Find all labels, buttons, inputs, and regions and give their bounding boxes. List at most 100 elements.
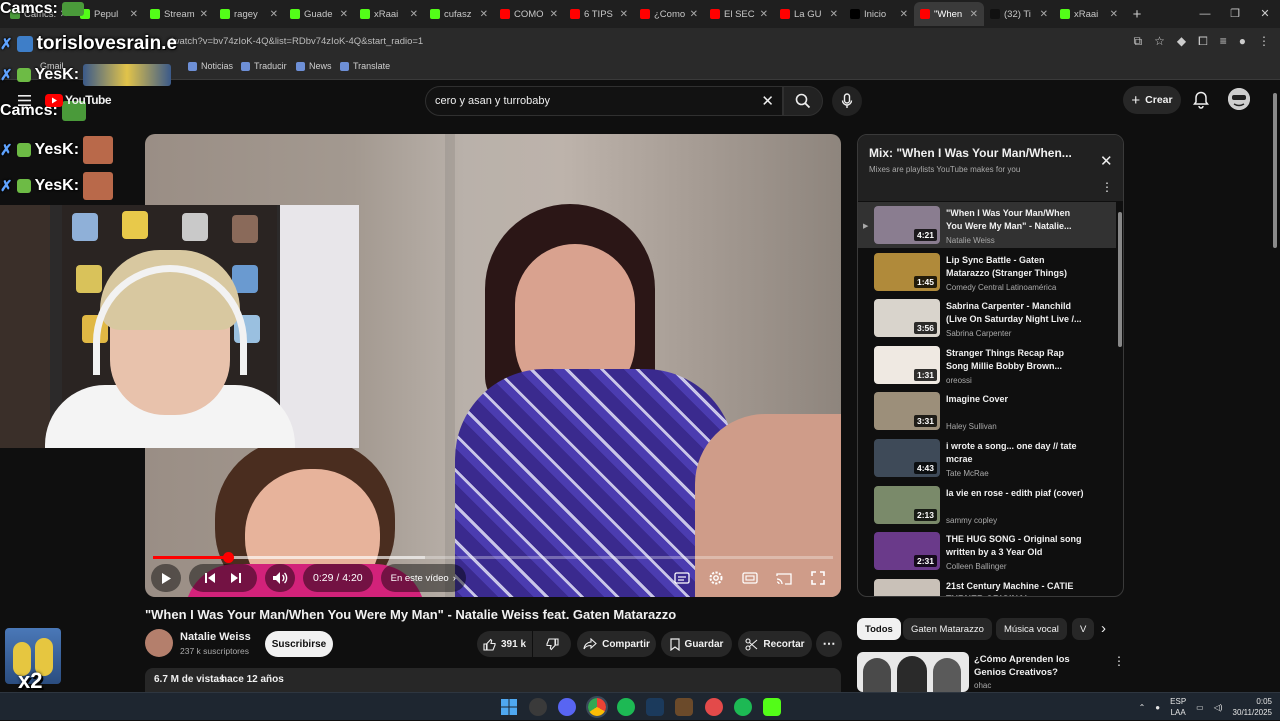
url-text[interactable]: /watch?v=bv74zIoK-4Q&list=RDbv74zIoK-4Q&… <box>170 36 423 47</box>
subscribe-button[interactable]: Suscribirse <box>265 631 333 657</box>
system-clock[interactable]: 0:05 30/11/2025 <box>1233 696 1272 718</box>
microphone-tray-icon[interactable]: ● <box>1155 703 1160 712</box>
extensions-puzzle-icon[interactable]: ⧠ <box>1198 34 1208 49</box>
playlist-item-title[interactable]: Sabrina Carpenter - Manchild (Live On Sa… <box>946 300 1086 326</box>
browser-tab[interactable]: Inicio ✕ <box>844 2 914 26</box>
playlist-scrollbar-thumb[interactable] <box>1118 212 1122 347</box>
close-tab-icon[interactable]: ✕ <box>550 9 558 20</box>
playlist-item[interactable]: 21st Century Machine - CATIE TURNER ORIG… <box>858 575 1116 596</box>
browser-tab[interactable]: COMO ✕ <box>494 2 564 26</box>
chip-more[interactable]: V <box>1072 618 1095 640</box>
browser-tab[interactable]: (32) Ti ✕ <box>984 2 1054 26</box>
description-box[interactable]: 6.7 M de vistas hace 12 años <box>145 668 841 694</box>
account-avatar[interactable] <box>1228 88 1250 110</box>
fullscreen-button[interactable] <box>803 564 833 592</box>
playlist-item[interactable]: 2:13 la vie en rose - edith piaf (cover) s… <box>858 482 1116 528</box>
playlist-item[interactable]: 3:56 Sabrina Carpenter - Manchild (Live O… <box>858 295 1116 341</box>
network-icon[interactable]: ▭ <box>1196 703 1204 712</box>
opera-icon[interactable] <box>705 698 723 716</box>
media-queue-icon[interactable]: ≡ <box>1220 34 1227 49</box>
browser-tab[interactable]: 6 TIPS ✕ <box>564 2 634 26</box>
spotify-icon[interactable] <box>734 698 752 716</box>
language-indicator[interactable]: ESP LAA <box>1170 696 1186 718</box>
playlist-item[interactable]: 2:31 THE HUG SONG - Original song written… <box>858 528 1116 574</box>
chapters-button[interactable]: En este vídeo › <box>380 564 466 592</box>
close-tab-icon[interactable]: ✕ <box>200 9 208 20</box>
chevron-up-icon[interactable]: ⌃ <box>1139 703 1146 712</box>
bookmark-news[interactable]: News <box>296 61 332 71</box>
recommendation-title[interactable]: ¿Cómo Aprenden los Genios Creativos? <box>974 653 1104 679</box>
address-bar[interactable]: /watch?v=bv74zIoK-4Q&list=RDbv74zIoK-4Q&… <box>0 28 1280 56</box>
recommendation-channel[interactable]: ohac <box>974 681 991 690</box>
more-vertical-icon[interactable]: ⋮ <box>1101 180 1113 194</box>
playlist-item-thumbnail[interactable]: 2:31 <box>874 532 940 571</box>
more-actions-button[interactable]: ⋯ <box>816 631 842 657</box>
subtitles-button[interactable] <box>667 564 697 592</box>
spotify-icon[interactable] <box>617 698 635 716</box>
hamburger-menu-icon[interactable] <box>18 94 31 106</box>
search-query[interactable]: cero y asan y turrobaby <box>435 95 550 107</box>
chrome-icon[interactable] <box>586 696 608 718</box>
taskbar-app-icon[interactable] <box>675 698 693 716</box>
install-app-icon[interactable]: ⧉ <box>1134 34 1143 49</box>
youtube-logo[interactable]: YouTube <box>45 93 112 107</box>
playlist-item-thumbnail[interactable]: 4:21 <box>874 206 940 244</box>
bookmark-traducir[interactable]: Traducir <box>241 61 287 71</box>
playlist-item-title[interactable]: i wrote a song... one day // tate mcrae <box>946 440 1086 466</box>
maximize-icon[interactable]: ❐ <box>1220 0 1250 28</box>
close-tab-icon[interactable]: ✕ <box>690 9 698 20</box>
volume-button[interactable] <box>265 564 295 592</box>
playlist-item[interactable]: 4:43 i wrote a song... one day // tate mc… <box>858 435 1116 481</box>
playlist-item-thumbnail[interactable]: 1:45 <box>874 252 940 291</box>
playlist-item[interactable]: 1:45 Lip Sync Battle - Gaten Matarazzo (S… <box>858 249 1116 295</box>
steam-icon[interactable] <box>646 698 664 716</box>
more-vertical-icon[interactable]: ⋮ <box>1113 654 1125 668</box>
search-input[interactable]: cero y asan y turrobaby ✕ <box>425 86 783 116</box>
browser-tab[interactable]: "When ✕ <box>914 2 984 26</box>
minimize-icon[interactable]: — <box>1190 0 1220 28</box>
close-tab-icon[interactable]: ✕ <box>410 9 418 20</box>
playlist-item-thumbnail[interactable]: 1:31 <box>874 345 940 384</box>
playlist-item-title[interactable]: "When I Was Your Man/When You Were My Ma… <box>946 207 1086 233</box>
close-tab-icon[interactable]: ✕ <box>480 9 488 20</box>
bookmark-translate[interactable]: Translate <box>340 61 390 71</box>
close-tab-icon[interactable]: ✕ <box>620 9 628 20</box>
save-button[interactable]: Guardar <box>661 631 732 657</box>
playlist-item-thumbnail[interactable]: 4:43 <box>874 439 940 477</box>
browser-tab[interactable]: cufasz ✕ <box>424 2 494 26</box>
browser-menu-icon[interactable]: ⋮ <box>1258 34 1270 49</box>
playlist-item-thumbnail[interactable]: 3:31 <box>874 392 940 431</box>
like-button[interactable]: 391 k <box>477 631 532 657</box>
windows-start-icon[interactable] <box>500 698 518 716</box>
chip-musica-vocal[interactable]: Música vocal <box>996 618 1067 640</box>
browser-tab[interactable]: Guade ✕ <box>284 2 354 26</box>
chip-todos[interactable]: Todos <box>857 618 901 640</box>
clip-button[interactable]: Recortar <box>738 631 812 657</box>
video-progress-bar[interactable] <box>153 552 833 563</box>
playlist-item-title[interactable]: 21st Century Machine - CATIE TURNER ORIG… <box>946 580 1086 596</box>
profile-icon[interactable]: ● <box>1239 34 1246 49</box>
close-window-icon[interactable]: ✕ <box>1250 0 1280 28</box>
share-button[interactable]: Compartir <box>577 631 656 657</box>
playlist-item[interactable]: ▶ 4:21 "When I Was Your Man/When You Were … <box>858 202 1116 248</box>
bookmark-noticias[interactable]: Noticias <box>188 61 233 71</box>
browser-tab[interactable]: La GU ✕ <box>774 2 844 26</box>
voice-search-button[interactable] <box>832 86 862 116</box>
bookmark-star-icon[interactable]: ☆ <box>1154 34 1165 49</box>
close-tab-icon[interactable]: ✕ <box>340 9 348 20</box>
playlist-item-title[interactable]: Lip Sync Battle - Gaten Matarazzo (Stran… <box>946 254 1086 280</box>
video-scrubber-handle[interactable] <box>222 552 234 563</box>
cast-button[interactable] <box>769 564 799 592</box>
volume-tray-icon[interactable]: ◁) <box>1214 703 1223 712</box>
previous-icon[interactable] <box>204 572 216 584</box>
playlist-item-thumbnail[interactable]: 3:56 <box>874 299 940 338</box>
close-tab-icon[interactable]: ✕ <box>900 9 908 20</box>
close-tab-icon[interactable]: ✕ <box>1110 9 1118 20</box>
new-tab-button[interactable]: + <box>1124 6 1150 23</box>
notifications-bell-icon[interactable] <box>1193 91 1209 109</box>
playlist-item-title[interactable]: la vie en rose - edith piaf (cover) <box>946 487 1086 500</box>
playlist-item-thumbnail[interactable]: 2:13 <box>874 485 940 524</box>
extension-icon[interactable]: ◆ <box>1177 34 1186 49</box>
playlist-title[interactable]: Mix: "When I Was Your Man/When... <box>869 146 1084 160</box>
channel-name[interactable]: Natalie Weiss <box>180 631 251 643</box>
